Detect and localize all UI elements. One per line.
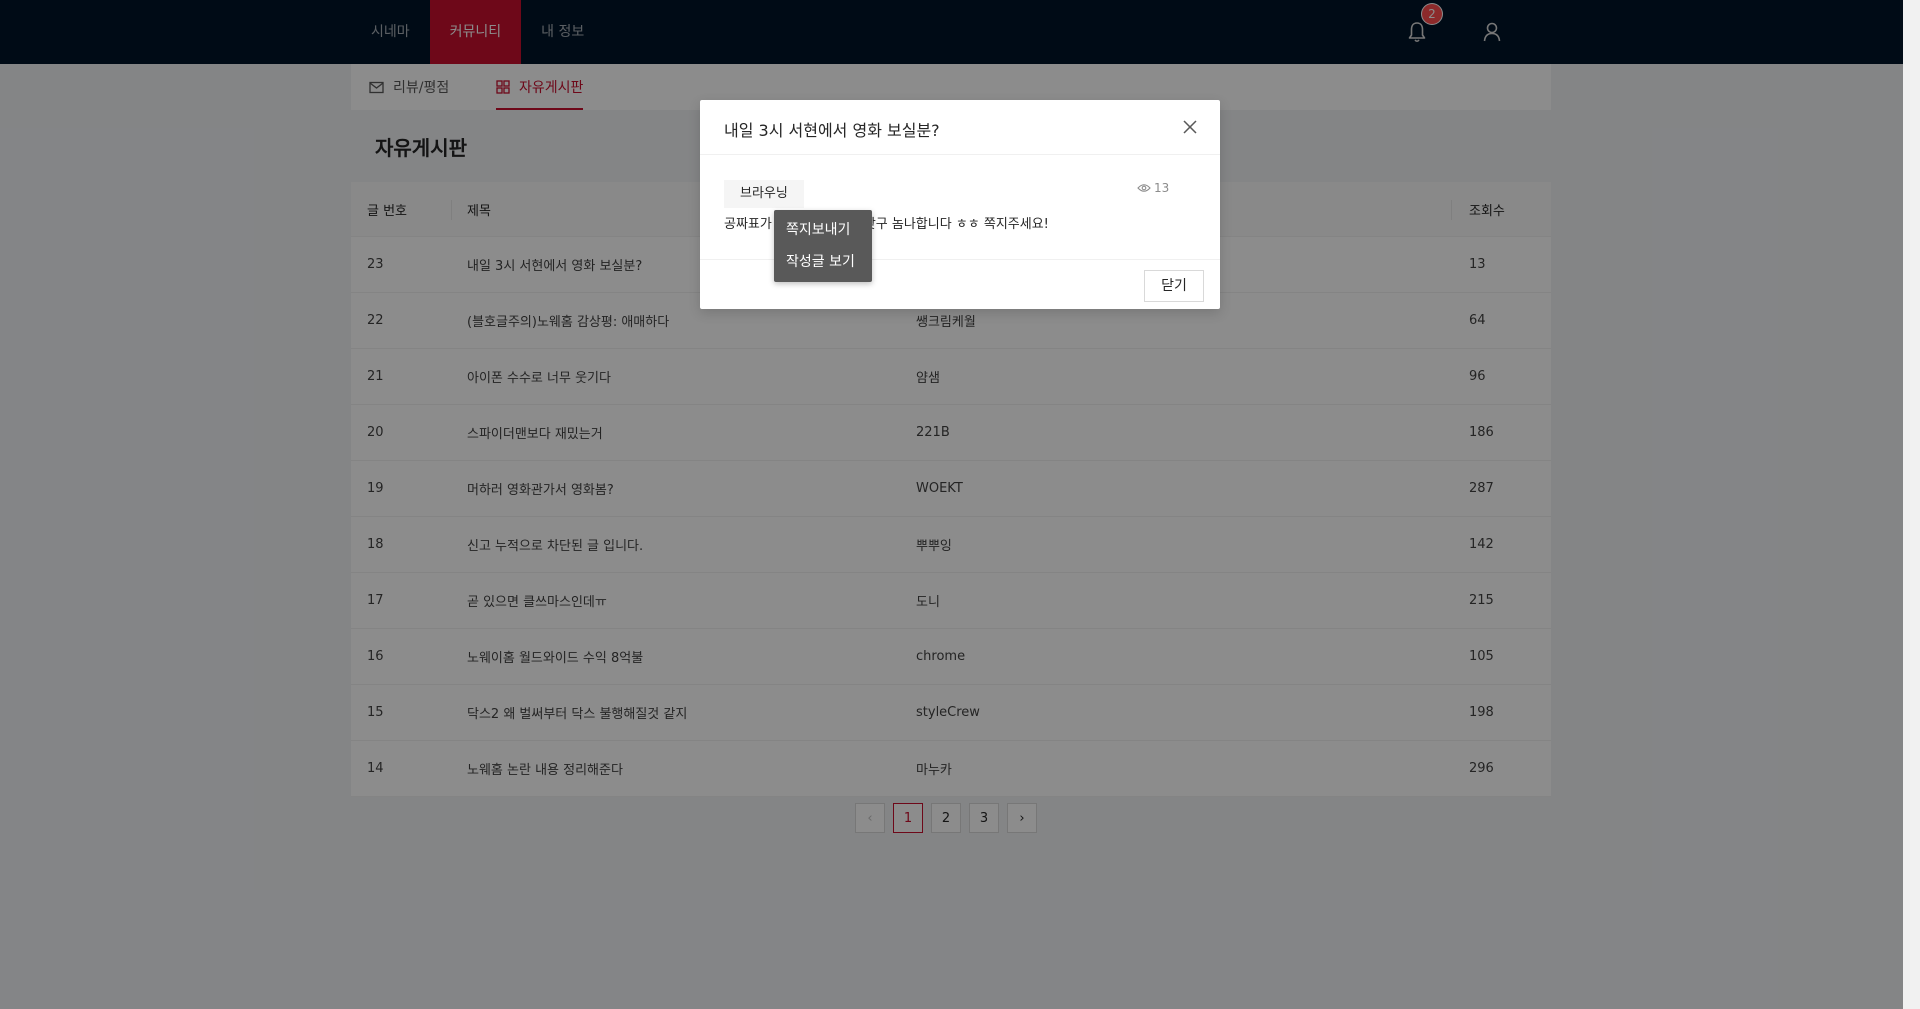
view-count: 13 bbox=[1137, 181, 1169, 195]
close-icon[interactable] bbox=[1182, 119, 1198, 135]
modal-header: 내일 3시 서현에서 영화 보실분? bbox=[700, 100, 1220, 155]
author-context-menu: 쪽지보내기 작성글 보기 bbox=[774, 210, 872, 282]
view-posts-menu-item[interactable]: 작성글 보기 bbox=[774, 246, 872, 278]
close-button[interactable]: 닫기 bbox=[1144, 270, 1204, 302]
post-content: 공짜표가 간이 안돼갖구 놈나합니다 ㅎㅎ 쪽지주세요! bbox=[724, 213, 1049, 232]
eye-icon bbox=[1137, 184, 1151, 192]
post-content-start: 공짜표가 bbox=[724, 217, 772, 232]
page-scrollbar[interactable] bbox=[1903, 0, 1920, 1009]
author-name-tag[interactable]: 브라우닝 bbox=[724, 180, 804, 208]
send-message-menu-item[interactable]: 쪽지보내기 bbox=[774, 214, 872, 246]
modal-title: 내일 3시 서현에서 영화 보실분? bbox=[724, 121, 940, 140]
view-count-value: 13 bbox=[1154, 181, 1170, 195]
